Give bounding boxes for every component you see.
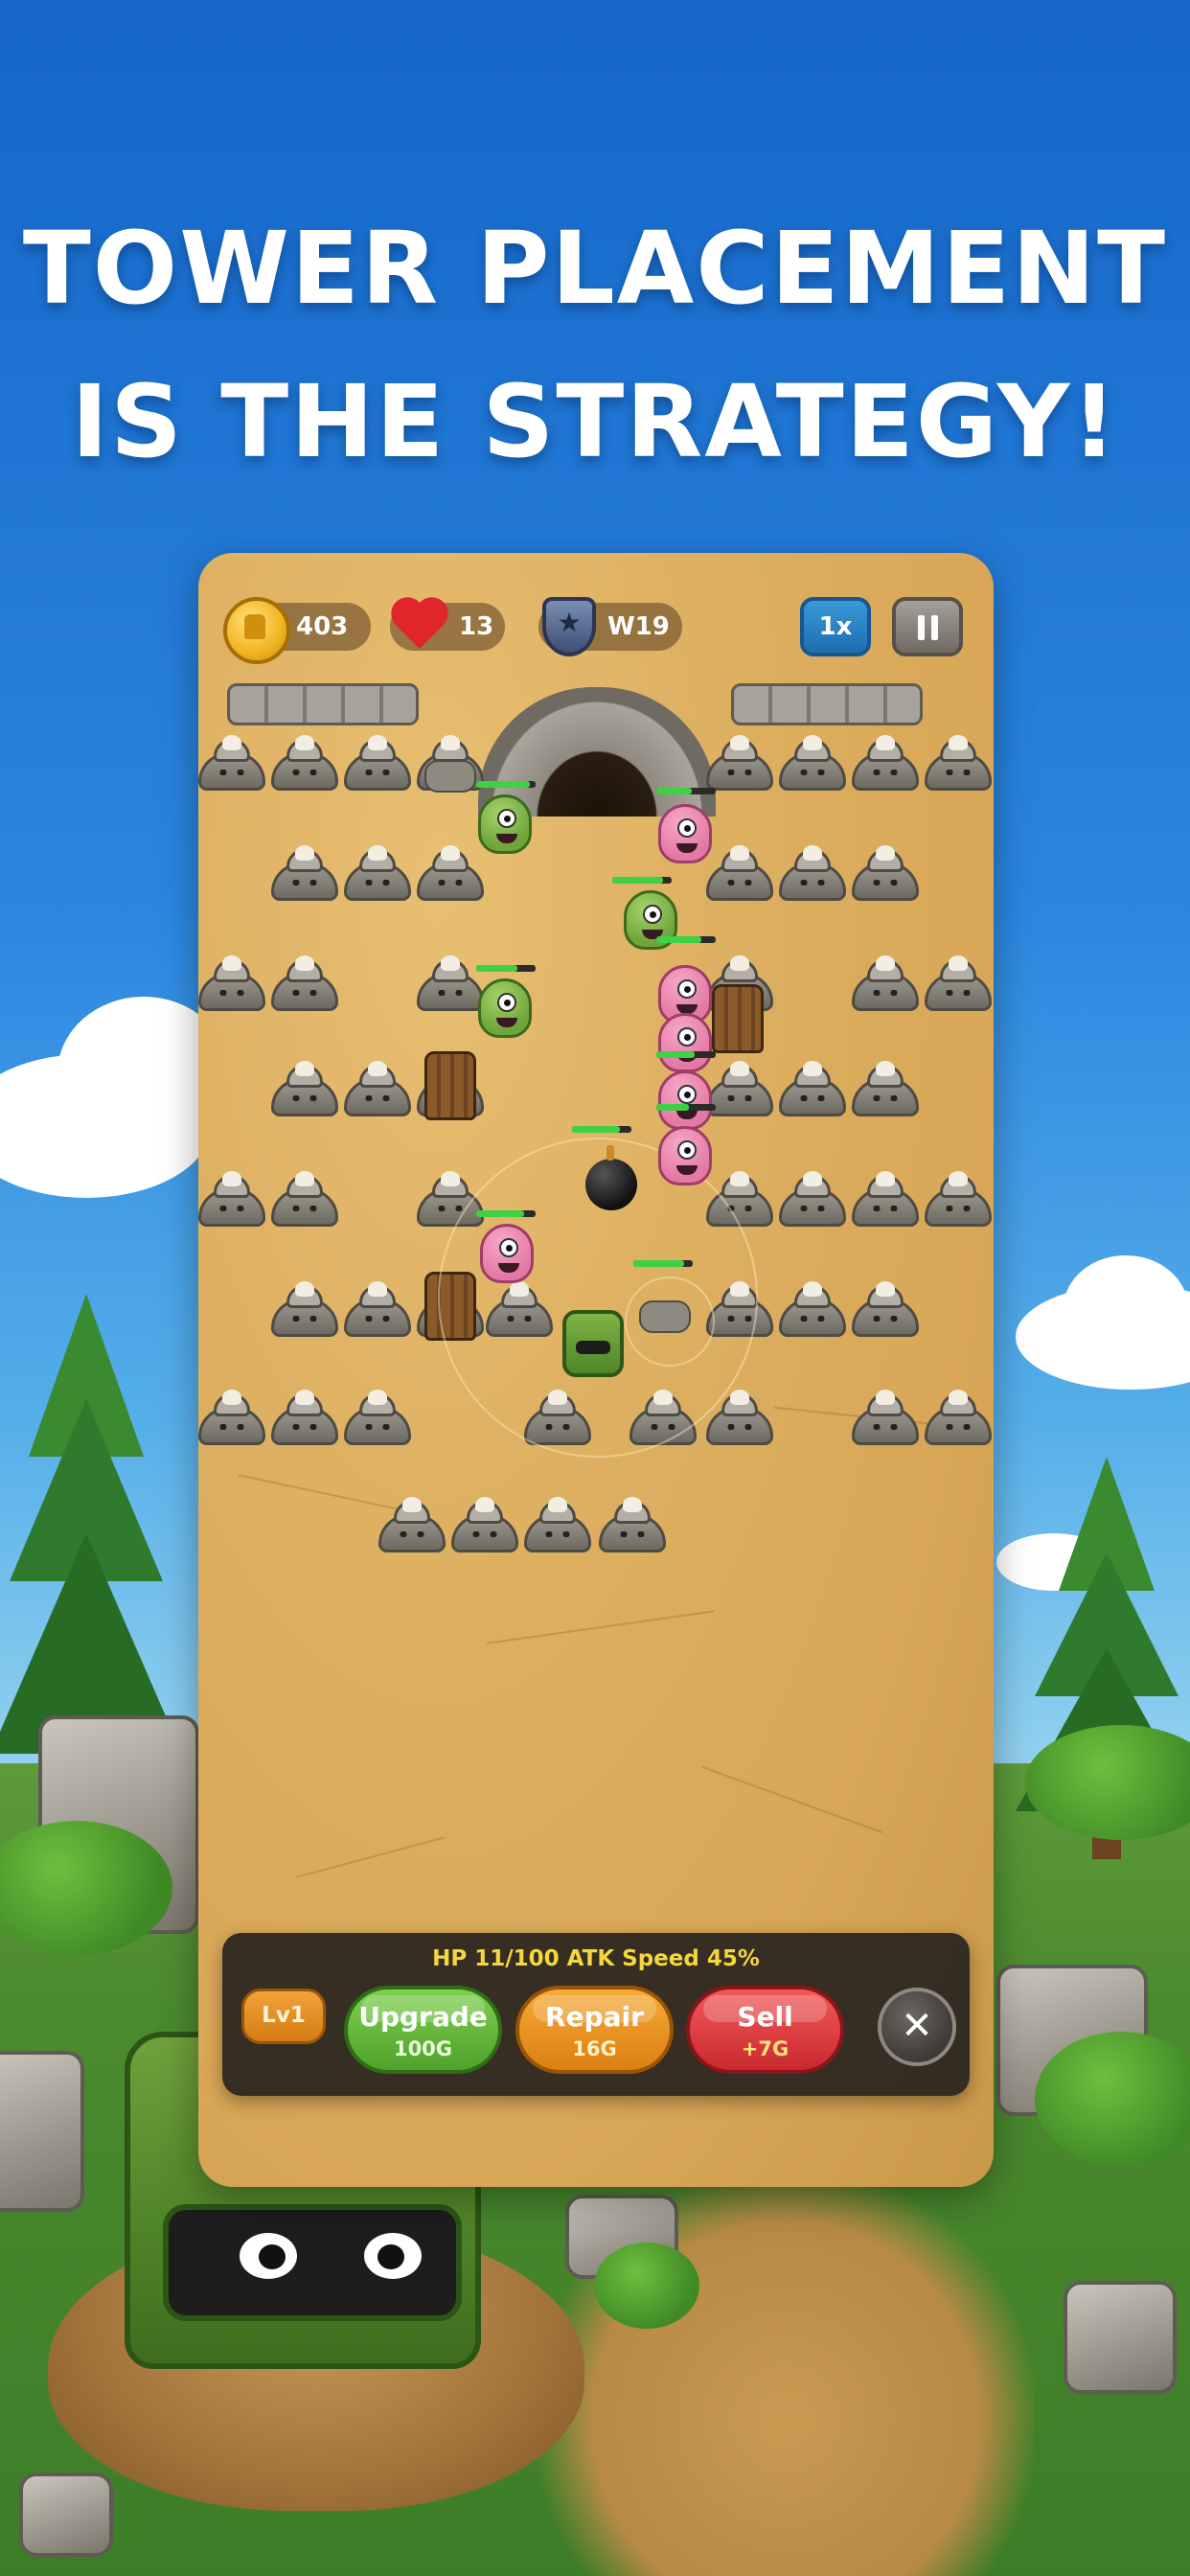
skull-rock-tower-slot[interactable] — [271, 845, 338, 901]
pink-monster-enemy[interactable] — [480, 1224, 534, 1283]
tower-level-badge: Lv1 — [241, 1989, 326, 2044]
skull-rock-tower-slot[interactable] — [779, 1061, 846, 1116]
skull-rock-tower-slot[interactable] — [344, 1390, 411, 1445]
enemy-hp-bar — [476, 965, 536, 972]
skull-rock-tower-slot[interactable] — [706, 735, 773, 791]
skull-rock-tower-slot[interactable] — [779, 735, 846, 791]
tower-range-ring — [625, 1276, 715, 1367]
gold-coin-icon — [223, 597, 290, 664]
skull-rock-tower-slot[interactable] — [852, 1061, 919, 1116]
pink-monster-enemy[interactable] — [658, 1070, 712, 1130]
sell-cost: +7G — [741, 2037, 790, 2060]
wooden-tower[interactable] — [712, 984, 764, 1053]
skull-rock-tower-slot[interactable] — [417, 955, 484, 1011]
headline-line-1: TOWER PLACEMENT — [22, 210, 1168, 327]
tower-info-panel: HP 11/100 ATK Speed 45% Lv1 Upgrade 100G… — [222, 1933, 970, 2096]
upgrade-button[interactable]: Upgrade 100G — [344, 1986, 502, 2074]
tower-stats-text: HP 11/100 ATK Speed 45% — [432, 1946, 760, 1971]
skull-rock-tower-slot[interactable] — [852, 845, 919, 901]
skull-rock-tower-slot[interactable] — [925, 955, 992, 1011]
skull-rock-tower-slot[interactable] — [417, 845, 484, 901]
close-icon: ✕ — [901, 2004, 933, 2048]
skull-rock-tower-slot[interactable] — [925, 1171, 992, 1227]
heart-icon — [390, 595, 449, 655]
speed-button[interactable]: 1x — [800, 597, 871, 656]
enemy-hp-bar — [633, 1260, 693, 1267]
pause-button[interactable] — [892, 597, 963, 656]
skull-rock-tower-slot[interactable] — [271, 1061, 338, 1116]
enemy-hp-bar — [656, 1104, 716, 1111]
pink-monster-enemy[interactable] — [658, 1013, 712, 1072]
enemy-hp-bar — [476, 1210, 536, 1217]
skull-rock-tower-slot[interactable] — [271, 1171, 338, 1227]
enemy-hp-bar — [656, 788, 716, 794]
skull-rock-tower-slot[interactable] — [706, 1061, 773, 1116]
close-button[interactable]: ✕ — [878, 1988, 956, 2066]
lives-value: 13 — [459, 612, 494, 641]
skull-rock-tower-slot[interactable] — [344, 735, 411, 791]
shield-icon — [542, 597, 596, 656]
skull-rock-tower-slot[interactable] — [378, 1497, 446, 1552]
skull-rock-tower-slot[interactable] — [344, 845, 411, 901]
skull-rock-tower-slot[interactable] — [779, 1171, 846, 1227]
wave-value: W19 — [607, 612, 670, 641]
boulder — [1064, 2281, 1177, 2394]
enemy-hp-bar — [656, 936, 716, 943]
pink-monster-enemy[interactable] — [658, 804, 712, 863]
enemy-hp-bar — [572, 1126, 631, 1133]
gold-value: 403 — [296, 612, 349, 641]
wooden-tower[interactable] — [424, 1051, 476, 1120]
cloud — [1064, 1255, 1188, 1361]
upgrade-cost: 100G — [393, 2037, 453, 2060]
skull-rock-tower-slot[interactable] — [271, 1390, 338, 1445]
skull-rock-tower-slot[interactable] — [198, 1171, 265, 1227]
skull-rock-tower-slot[interactable] — [852, 1171, 919, 1227]
stone-wall — [227, 683, 419, 725]
cactus-enemy[interactable] — [478, 794, 532, 854]
skull-rock-tower-slot[interactable] — [779, 845, 846, 901]
cactus-enemy[interactable] — [478, 978, 532, 1038]
skull-rock-tower-slot[interactable] — [925, 1390, 992, 1445]
skull-rock-tower-slot[interactable] — [198, 955, 265, 1011]
skull-rock-tower-slot[interactable] — [271, 1281, 338, 1337]
skull-rock-tower-slot[interactable] — [198, 735, 265, 791]
enemy-hp-bar — [612, 877, 672, 884]
skull-rock-tower-slot[interactable] — [852, 735, 919, 791]
skull-rock-tower-slot[interactable] — [599, 1497, 666, 1552]
bush — [594, 2242, 699, 2329]
skull-rock-tower-slot[interactable] — [852, 1281, 919, 1337]
headline: TOWER PLACEMENT IS THE STRATEGY! — [0, 192, 1190, 498]
skull-rock-tower-slot[interactable] — [779, 1281, 846, 1337]
speed-label: 1x — [818, 612, 853, 641]
skull-rock-tower-slot[interactable] — [198, 1390, 265, 1445]
skull-rock-tower-slot[interactable] — [271, 735, 338, 791]
skull-rock-tower-slot[interactable] — [852, 955, 919, 1011]
skull-rock-tower-slot[interactable] — [451, 1497, 518, 1552]
skull-rock-tower-slot[interactable] — [925, 735, 992, 791]
repair-cost: 16G — [572, 2037, 617, 2060]
enemy-hp-bar — [656, 1051, 716, 1058]
rubble — [424, 760, 476, 793]
game-screen[interactable]: 403 13 W19 1x — [198, 553, 994, 2187]
skull-rock-tower-slot[interactable] — [852, 1390, 919, 1445]
skull-rock-tower-slot[interactable] — [344, 1061, 411, 1116]
stone-wall — [731, 683, 923, 725]
headline-line-2: IS THE STRATEGY! — [71, 363, 1119, 480]
skull-rock-tower-slot[interactable] — [271, 955, 338, 1011]
bomb-enemy[interactable] — [585, 1145, 637, 1210]
skull-rock-tower-slot[interactable] — [706, 845, 773, 901]
enemy-hp-bar — [476, 781, 536, 788]
tower-level-label: Lv1 — [262, 2003, 306, 2028]
skull-rock-tower-slot[interactable] — [344, 1281, 411, 1337]
skull-rock-tower-slot[interactable] — [524, 1497, 591, 1552]
sell-button[interactable]: Sell +7G — [686, 1986, 844, 2074]
repair-button[interactable]: Repair 16G — [515, 1986, 674, 2074]
pink-monster-enemy[interactable] — [658, 1126, 712, 1185]
